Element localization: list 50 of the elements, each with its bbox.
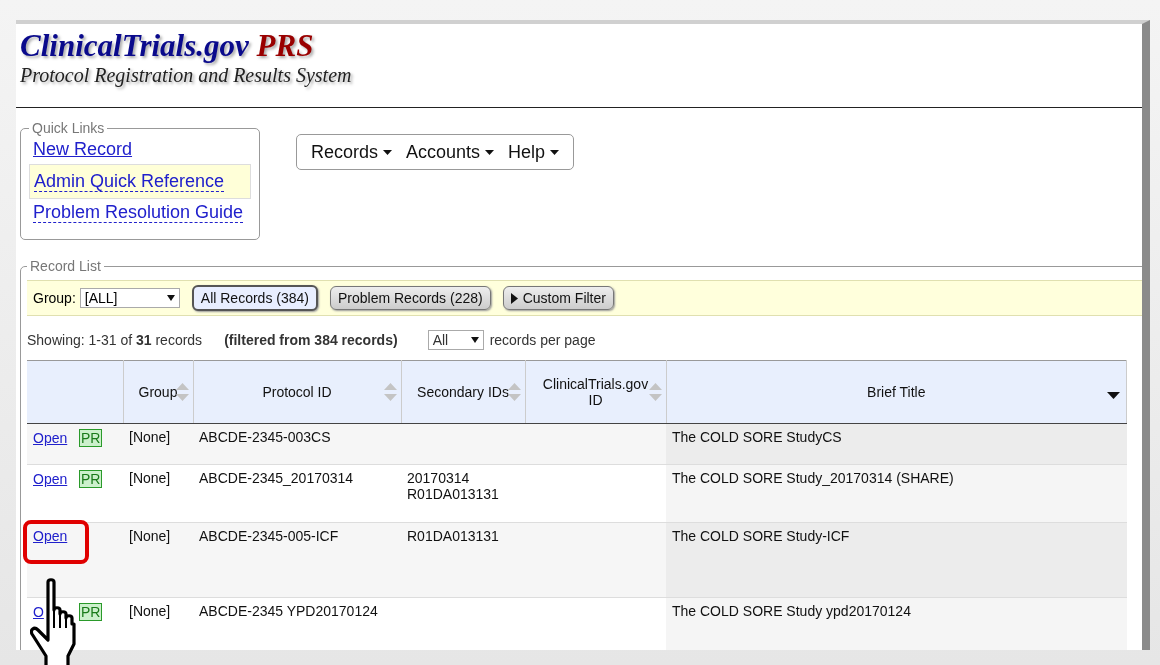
open-link[interactable]: O (33, 604, 44, 620)
table-cell: ABCDE-2345-005-ICF (193, 522, 401, 598)
column-header[interactable]: Group (123, 360, 193, 424)
dropdown-arrow-icon (166, 295, 175, 301)
expand-arrow-icon (510, 292, 518, 304)
menu-item[interactable]: Records (311, 141, 393, 163)
table-cell: The COLD SORE Study-ICF (666, 522, 1127, 598)
caret-icon (550, 149, 560, 155)
filter-button[interactable]: Custom Filter (502, 286, 614, 310)
caret-icon (383, 149, 393, 155)
table-cell: [None] (123, 464, 193, 523)
caret-icon (485, 149, 495, 155)
per-page-select[interactable]: All (427, 330, 484, 350)
table-cell-text: R01DA013131 (407, 486, 500, 502)
table-cell: ABCDE-2345_20170314 (193, 464, 401, 523)
column-header[interactable]: ClinicalTrials.gov ID (525, 360, 666, 424)
open-link[interactable]: Open (33, 528, 68, 544)
filter-note: (filtered from 384 records) (224, 332, 398, 348)
pr-badge: PR (79, 470, 103, 488)
table-cell: The COLD SORE Study ypd20170124 (666, 597, 1127, 650)
table-cell-text: 20170314 (407, 470, 471, 486)
table-cell: The COLD SORE Study_20170314 (SHARE) (666, 464, 1127, 523)
table-cell: [None] (123, 522, 193, 598)
filter-button[interactable]: All Records (384) (191, 285, 318, 311)
site-logo: ClinicalTrials.gov PRS (20, 28, 314, 64)
open-link[interactable]: Open (33, 471, 68, 487)
panel-legend: Record List (27, 258, 104, 274)
quick-link[interactable]: Admin Quick Reference (34, 171, 225, 192)
table-cell-text: R01DA013131 (407, 528, 500, 544)
site-subtitle: Protocol Registration and Results System (20, 64, 352, 87)
pr-badge: PR (79, 429, 103, 447)
quick-link[interactable]: New Record (33, 139, 133, 159)
group-label: Group: (33, 290, 76, 306)
column-header[interactable]: Secondary IDs (401, 360, 525, 424)
group-select[interactable]: [ALL] (79, 288, 180, 308)
pr-badge: PR (79, 603, 103, 621)
column-header[interactable]: Protocol ID (193, 360, 401, 424)
record-count-text: Showing: 1-31 of 31 records (27, 332, 203, 348)
table-cell: ABCDE-2345-003CS (193, 423, 401, 465)
dropdown-arrow-icon (470, 337, 479, 343)
column-header[interactable]: Brief Title (666, 360, 1127, 424)
per-page-label: records per page (489, 332, 596, 348)
quick-link[interactable]: Problem Resolution Guide (33, 202, 244, 223)
menu-item[interactable]: Help (508, 141, 560, 163)
menu-item[interactable]: Accounts (406, 141, 495, 163)
table-cell: [None] (123, 423, 193, 465)
panel-legend: Quick Links (29, 120, 108, 136)
filter-button[interactable]: Problem Records (228) (329, 286, 491, 310)
open-link[interactable]: Open (33, 430, 68, 446)
table-cell: The COLD SORE StudyCS (666, 423, 1127, 465)
